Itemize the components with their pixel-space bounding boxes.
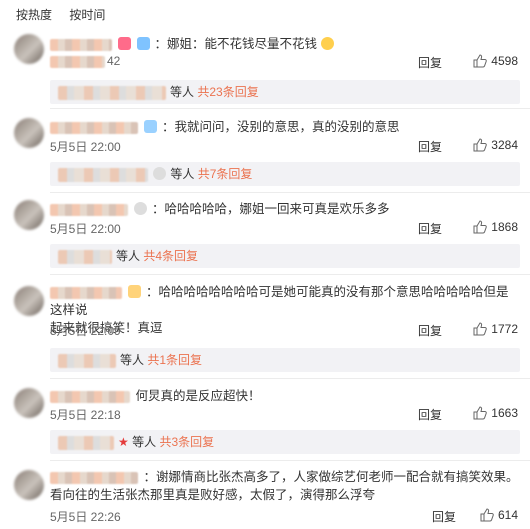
avatar[interactable] [14, 286, 44, 316]
like-button[interactable]: 3284 [473, 138, 518, 152]
panda-emoji-icon [153, 167, 166, 180]
star-icon: ★ [118, 435, 129, 449]
comment-time: 5月5日 22:18 [50, 408, 121, 422]
divider [50, 274, 530, 275]
thumbs-up-icon [473, 406, 488, 420]
thumbs-up-icon [473, 138, 488, 152]
view-replies-link[interactable]: 共1条回复 [147, 353, 202, 367]
sticker-emoji-icon [144, 120, 158, 133]
comment-text: ：娜姐：能不花钱尽量不花钱 [50, 35, 520, 53]
comment-meta: 5月5日 22:00 回复 1868 [50, 220, 518, 236]
sticker-emoji-icon [128, 285, 142, 298]
like-button[interactable]: 614 [480, 508, 518, 522]
username[interactable] [50, 471, 138, 484]
thumbs-up-icon [473, 322, 488, 336]
divider [50, 378, 530, 379]
divider [50, 108, 530, 109]
comment-text: ：哈哈哈哈哈，娜姐一回来可真是欢乐多多 [50, 200, 520, 218]
comment-meta: 42 回复 4598 [50, 54, 518, 70]
reply-button[interactable]: 回复 [418, 406, 442, 423]
thumbs-up-icon [473, 54, 488, 68]
panda-emoji-icon [134, 202, 148, 215]
comment-meta: 5月5日 22:26 回复 614 [50, 508, 518, 524]
comment-text: ：谢娜情商比张杰高多了，人家做综艺何老师一配合就有搞笑效果。 看向往的生活张杰那… [50, 470, 519, 502]
comment-text: 何炅真的是反应超快！ [50, 387, 520, 405]
username[interactable] [50, 38, 112, 51]
view-replies-link[interactable]: 共3条回复 [159, 435, 214, 449]
comment-meta: 5月5日 22:09 回复 1772 [50, 322, 518, 338]
sub-replies[interactable]: 等人 共23条回复 [50, 80, 520, 104]
sub-replies[interactable]: 等人 共4条回复 [50, 244, 520, 268]
avatar[interactable] [14, 470, 44, 500]
sub-replies[interactable]: 等人 共1条回复 [50, 348, 520, 372]
reply-button[interactable]: 回复 [418, 322, 442, 339]
comment-meta: 5月5日 22:00 回复 3284 [50, 138, 518, 154]
reply-button[interactable]: 回复 [418, 54, 442, 71]
view-replies-link[interactable]: 共4条回复 [143, 249, 198, 263]
avatar[interactable] [14, 118, 44, 148]
thumbs-up-icon [480, 508, 494, 522]
heart-emoji-icon [118, 37, 132, 50]
reply-button[interactable]: 回复 [418, 138, 442, 155]
smile-emoji-icon [321, 37, 335, 50]
sub-replies[interactable]: ★ 等人 共3条回复 [50, 430, 520, 454]
avatar[interactable] [14, 200, 44, 230]
comment-time: 5月5日 22:00 [50, 140, 121, 154]
comment-time: 42 [50, 54, 120, 68]
sub-replies[interactable]: 等人 共7条回复 [50, 162, 520, 186]
sort-bar: 按热度 按时间 [16, 6, 119, 23]
divider [50, 192, 530, 193]
comment-meta: 5月5日 22:18 回复 1663 [50, 406, 518, 422]
comment-text: ：我就问问，没别的意思，真的没别的意思 [50, 118, 520, 136]
divider [50, 460, 530, 461]
like-button[interactable]: 4598 [473, 54, 518, 68]
comment-time: 5月5日 22:26 [50, 510, 121, 524]
sort-by-time[interactable]: 按时间 [69, 8, 105, 22]
sticker-emoji-icon [136, 37, 150, 50]
sort-by-hot[interactable]: 按热度 [16, 8, 52, 22]
like-button[interactable]: 1663 [473, 406, 518, 420]
comment-time: 5月5日 22:00 [50, 222, 121, 236]
username[interactable] [50, 286, 122, 299]
like-button[interactable]: 1868 [473, 220, 518, 234]
view-replies-link[interactable]: 共23条回复 [197, 85, 258, 99]
like-button[interactable]: 1772 [473, 322, 518, 336]
reply-button[interactable]: 回复 [432, 508, 456, 525]
comment-time: 5月5日 22:09 [50, 324, 121, 338]
username[interactable] [50, 121, 138, 134]
thumbs-up-icon [473, 220, 488, 234]
avatar[interactable] [14, 34, 44, 64]
view-replies-link[interactable]: 共7条回复 [198, 167, 253, 181]
username[interactable] [50, 390, 130, 403]
reply-button[interactable]: 回复 [418, 220, 442, 237]
avatar[interactable] [14, 388, 44, 418]
username[interactable] [50, 203, 128, 216]
